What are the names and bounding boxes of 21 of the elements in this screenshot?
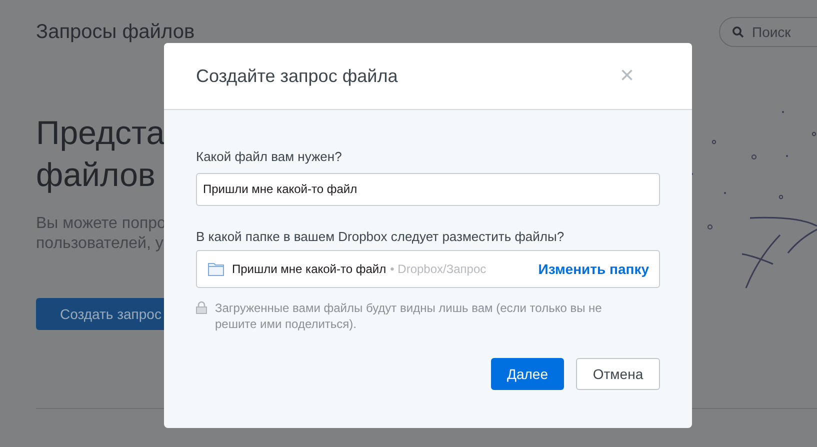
lock-icon bbox=[196, 301, 207, 314]
folder-field[interactable]: Пришли мне какой-то файл • Dropbox/Запрос Изменить папку bbox=[196, 250, 660, 288]
dialog-title: Создайте запрос файла bbox=[196, 64, 398, 88]
cancel-button[interactable]: Отмена bbox=[576, 358, 660, 390]
description-line: Вы можете попро bbox=[36, 214, 166, 234]
field-label: Какой файл вам нужен? bbox=[196, 148, 343, 166]
change-folder-link[interactable]: Изменить папку bbox=[538, 258, 649, 280]
search-icon bbox=[732, 26, 744, 38]
input-field[interactable]: Пришли мне какой-то файл bbox=[196, 172, 660, 206]
search-placeholder: Поиск bbox=[752, 22, 791, 42]
next-button[interactable]: Далее bbox=[491, 358, 564, 390]
folder-path: • Dropbox/Запрос bbox=[390, 261, 486, 278]
headline-line: файлов bbox=[36, 155, 156, 195]
privacy-note: Загруженные вами файлы будут видны лишь вам (если только вы не решите ими поделиться). bbox=[215, 300, 603, 332]
description-line: пользователей, у bbox=[36, 234, 164, 254]
headline-line: Предста bbox=[36, 113, 165, 153]
search-field[interactable]: Поиск bbox=[719, 17, 817, 47]
folder-name: Пришли мне какой-то файл bbox=[232, 261, 386, 278]
page-title: Запросы файлов bbox=[36, 20, 195, 45]
field-label: В какой папке в вашем Dropbox следует разместить файлы? bbox=[196, 228, 566, 246]
folder-icon bbox=[208, 262, 224, 276]
